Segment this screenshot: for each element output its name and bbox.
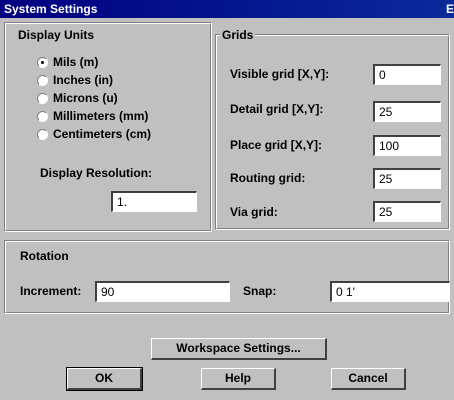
radio-millimeters[interactable]: Millimeters (mm) [37, 109, 148, 123]
radio-inches-label: Inches (in) [53, 73, 114, 87]
grids-group-label: Grids [220, 28, 256, 42]
radio-centimeters-label: Centimeters (cm) [53, 127, 152, 141]
radio-millimeters-label: Millimeters (mm) [53, 109, 149, 123]
ok-button[interactable]: OK [66, 367, 143, 391]
snap-input[interactable]: 0 1' [330, 281, 450, 302]
radio-microns[interactable]: Microns (u) [37, 91, 118, 105]
snap-label: Snap: [243, 284, 277, 298]
visible-grid-input[interactable]: 0 [373, 64, 441, 85]
system-settings-dialog: System Settings E Display Units Mils (m)… [0, 0, 454, 400]
radio-button-icon [37, 128, 48, 140]
radio-centimeters[interactable]: Centimeters (cm) [37, 127, 151, 141]
place-grid-input[interactable]: 100 [373, 135, 441, 156]
close-icon[interactable]: E [442, 0, 454, 18]
visible-grid-label: Visible grid [X,Y]: [230, 67, 330, 81]
radio-mils-label: Mils (m) [53, 55, 99, 69]
radio-mils[interactable]: Mils (m) [37, 55, 98, 69]
radio-button-icon [37, 110, 48, 122]
workspace-settings-button[interactable]: Workspace Settings... [151, 338, 327, 360]
cancel-button[interactable]: Cancel [331, 368, 406, 390]
display-resolution-input[interactable]: 1. [111, 191, 197, 212]
rotation-group-label: Rotation [18, 249, 71, 263]
radio-button-icon [37, 74, 48, 86]
window-title: System Settings [4, 2, 98, 16]
via-grid-label: Via grid: [230, 205, 278, 219]
display-resolution-label: Display Resolution: [40, 166, 153, 180]
display-units-group-label: Display Units [16, 28, 97, 42]
detail-grid-label: Detail grid [X,Y]: [230, 102, 324, 116]
help-button[interactable]: Help [201, 368, 276, 390]
routing-grid-input[interactable]: 25 [373, 168, 441, 189]
title-bar[interactable]: System Settings [0, 0, 454, 18]
radio-inches[interactable]: Inches (in) [37, 73, 113, 87]
place-grid-label: Place grid [X,Y]: [230, 138, 323, 152]
radio-button-selected-icon [37, 56, 48, 68]
rotation-panel [4, 240, 450, 314]
increment-label: Increment: [20, 284, 82, 298]
radio-microns-label: Microns (u) [53, 91, 118, 105]
increment-input[interactable]: 90 [95, 281, 230, 302]
radio-button-icon [37, 92, 48, 104]
via-grid-input[interactable]: 25 [373, 201, 441, 222]
detail-grid-input[interactable]: 25 [373, 101, 441, 122]
routing-grid-label: Routing grid: [230, 171, 306, 185]
